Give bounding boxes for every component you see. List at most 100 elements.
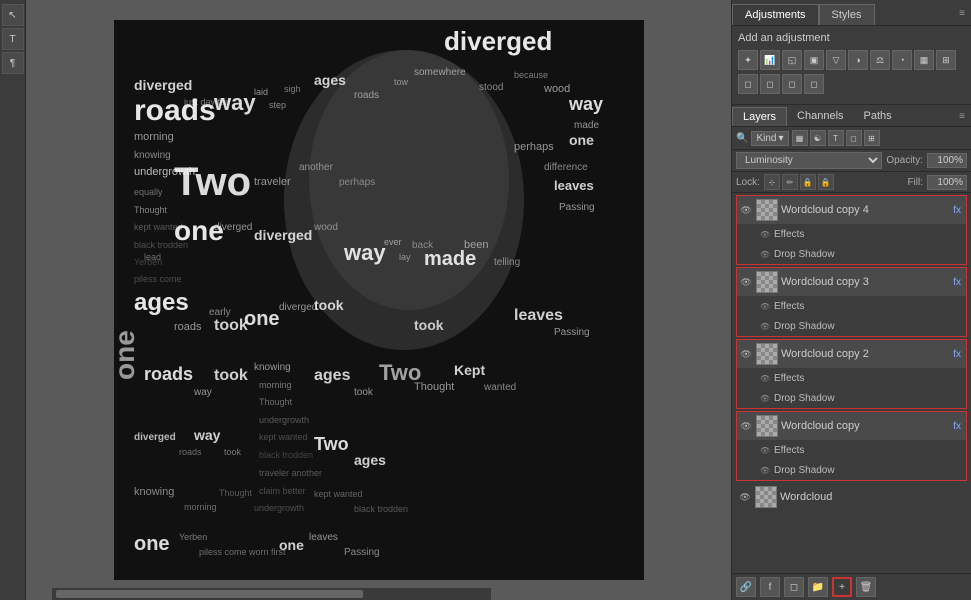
adj-icon-colorbal[interactable]: ⚖ xyxy=(870,50,890,70)
adj-icon-threshold[interactable]: ◻ xyxy=(782,74,802,94)
layers-panel-collapse[interactable]: ≡ xyxy=(953,107,971,126)
filter-type[interactable]: T xyxy=(828,130,844,146)
layer-fx-wordcloud-copy-3[interactable]: fx xyxy=(950,277,964,288)
layer-fx-wordcloud-copy-4[interactable]: fx xyxy=(950,205,964,216)
opacity-input[interactable]: 100% xyxy=(927,153,967,168)
layer-name-wordcloud: Wordcloud xyxy=(780,491,965,503)
adj-icon-gradient[interactable]: ◻ xyxy=(804,74,824,94)
layer-row-wordcloud-copy-2[interactable]: 👁 Wordcloud copy 2 fx xyxy=(737,340,966,368)
add-style-btn[interactable]: f xyxy=(760,577,780,597)
canvas-container: diverged diverged just day fair roads mo… xyxy=(114,20,644,580)
drop-shadow-eye-2[interactable]: 👁 xyxy=(759,392,771,404)
layer-eye-wordcloud-copy-3[interactable]: 👁 xyxy=(739,275,753,289)
tool-para[interactable]: ¶ xyxy=(2,52,24,74)
svg-text:way: way xyxy=(213,90,256,115)
filter-shape[interactable]: ◻ xyxy=(846,130,862,146)
tool-move[interactable]: ↖ xyxy=(2,4,24,26)
effects-row-copy[interactable]: 👁 Effects xyxy=(737,440,966,460)
panel-collapse-btn[interactable]: ≡ xyxy=(953,4,971,25)
effects-row-4[interactable]: 👁 Effects xyxy=(737,224,966,244)
layer-group-wordcloud-copy-3: 👁 Wordcloud copy 3 fx 👁 Effects 👁 Drop S… xyxy=(736,267,967,337)
lock-image[interactable]: ✏ xyxy=(782,174,798,190)
effects-eye-2[interactable]: 👁 xyxy=(759,372,771,384)
adj-icon-brightness[interactable]: ✦ xyxy=(738,50,758,70)
tab-paths[interactable]: Paths xyxy=(854,107,902,126)
svg-text:Passing: Passing xyxy=(554,327,590,338)
lock-all[interactable]: 🔒 xyxy=(818,174,834,190)
effects-eye-copy[interactable]: 👁 xyxy=(759,444,771,456)
adj-icon-channelmix[interactable]: ⊞ xyxy=(936,50,956,70)
svg-text:took: took xyxy=(214,317,248,334)
svg-text:Thought: Thought xyxy=(219,488,253,498)
left-toolbar: ↖ T ¶ xyxy=(0,0,26,600)
layer-eye-wordcloud[interactable]: 👁 xyxy=(738,490,752,504)
drop-shadow-eye-copy[interactable]: 👁 xyxy=(759,464,771,476)
effects-label-3: Effects xyxy=(774,301,804,312)
blend-mode-select[interactable]: Luminosity xyxy=(736,152,882,169)
effects-eye-4[interactable]: 👁 xyxy=(759,228,771,240)
adj-icon-curves[interactable]: ◱ xyxy=(782,50,802,70)
layer-eye-wordcloud-copy[interactable]: 👁 xyxy=(739,419,753,433)
adj-icon-bw[interactable]: ◔ xyxy=(892,50,912,70)
fill-input[interactable]: 100% xyxy=(927,175,967,190)
tool-type[interactable]: T xyxy=(2,28,24,50)
adj-icon-photofilter[interactable]: ▦ xyxy=(914,50,934,70)
svg-text:Thought: Thought xyxy=(259,397,293,407)
add-mask-btn[interactable]: ◻ xyxy=(784,577,804,597)
tab-channels[interactable]: Channels xyxy=(787,107,853,126)
drop-shadow-row-4[interactable]: 👁 Drop Shadow xyxy=(737,244,966,264)
filter-adjust[interactable]: ☯ xyxy=(810,130,826,146)
effects-row-2[interactable]: 👁 Effects xyxy=(737,368,966,388)
drop-shadow-row-2[interactable]: 👁 Drop Shadow xyxy=(737,388,966,408)
layer-row-wordcloud-copy-4[interactable]: 👁 Wordcloud copy 4 fx xyxy=(737,196,966,224)
layer-row-wordcloud-copy-3[interactable]: 👁 Wordcloud copy 3 fx xyxy=(737,268,966,296)
effects-row-3[interactable]: 👁 Effects xyxy=(737,296,966,316)
layer-fx-wordcloud-copy[interactable]: fx xyxy=(950,421,964,432)
drop-shadow-row-3[interactable]: 👁 Drop Shadow xyxy=(737,316,966,336)
adj-icon-posterize[interactable]: ◻ xyxy=(760,74,780,94)
svg-text:piless come: piless come xyxy=(134,274,182,284)
new-layer-btn[interactable]: + xyxy=(832,577,852,597)
svg-text:difference: difference xyxy=(544,162,588,173)
kind-dropdown[interactable]: Kind ▾ xyxy=(751,131,788,146)
adj-icon-hsl[interactable]: ◑ xyxy=(848,50,868,70)
layers-list[interactable]: 👁 Wordcloud copy 4 fx 👁 Effects 👁 Drop S… xyxy=(732,193,971,573)
svg-text:roads: roads xyxy=(174,321,202,333)
blend-opacity-row: Luminosity Opacity: 100% xyxy=(732,150,971,172)
svg-text:Two: Two xyxy=(174,160,251,204)
filter-pixel[interactable]: ▦ xyxy=(792,130,808,146)
tab-adjustments[interactable]: Adjustments xyxy=(732,4,819,25)
new-group-btn[interactable]: 📁 xyxy=(808,577,828,597)
svg-text:wanted: wanted xyxy=(483,382,516,393)
svg-text:Passing: Passing xyxy=(559,202,595,213)
svg-text:one: one xyxy=(244,308,280,330)
adj-icon-invert[interactable]: ◻ xyxy=(738,74,758,94)
layer-eye-wordcloud-copy-4[interactable]: 👁 xyxy=(739,203,753,217)
link-layers-btn[interactable]: 🔗 xyxy=(736,577,756,597)
svg-text:somewhere: somewhere xyxy=(414,67,466,78)
panel-tabs: Adjustments Styles ≡ xyxy=(732,0,971,26)
effects-eye-3[interactable]: 👁 xyxy=(759,300,771,312)
adj-icon-levels[interactable]: 📊 xyxy=(760,50,780,70)
layer-eye-wordcloud-copy-2[interactable]: 👁 xyxy=(739,347,753,361)
lock-transparent[interactable]: ⊹ xyxy=(764,174,780,190)
drop-shadow-eye-4[interactable]: 👁 xyxy=(759,248,771,260)
adj-icon-vibrance[interactable]: ▽ xyxy=(826,50,846,70)
layer-fx-wordcloud-copy-2[interactable]: fx xyxy=(950,349,964,360)
svg-text:black trodden: black trodden xyxy=(259,450,313,460)
drop-shadow-row-copy[interactable]: 👁 Drop Shadow xyxy=(737,460,966,480)
kind-filter-label: 🔍 xyxy=(736,133,748,144)
layer-row-wordcloud[interactable]: 👁 Wordcloud xyxy=(736,483,967,511)
lock-position[interactable]: 🔒 xyxy=(800,174,816,190)
adj-icon-exposure[interactable]: ▣ xyxy=(804,50,824,70)
tab-layers[interactable]: Layers xyxy=(732,107,787,126)
drop-shadow-eye-3[interactable]: 👁 xyxy=(759,320,771,332)
svg-text:diverged: diverged xyxy=(444,26,552,56)
layer-row-wordcloud-copy[interactable]: 👁 Wordcloud copy fx xyxy=(737,412,966,440)
svg-text:wood: wood xyxy=(313,222,338,233)
svg-text:laid: laid xyxy=(254,87,268,97)
tab-styles[interactable]: Styles xyxy=(819,4,875,25)
filter-smart[interactable]: ⊞ xyxy=(864,130,880,146)
delete-layer-btn[interactable]: 🗑 xyxy=(856,577,876,597)
svg-text:because: because xyxy=(514,70,548,80)
